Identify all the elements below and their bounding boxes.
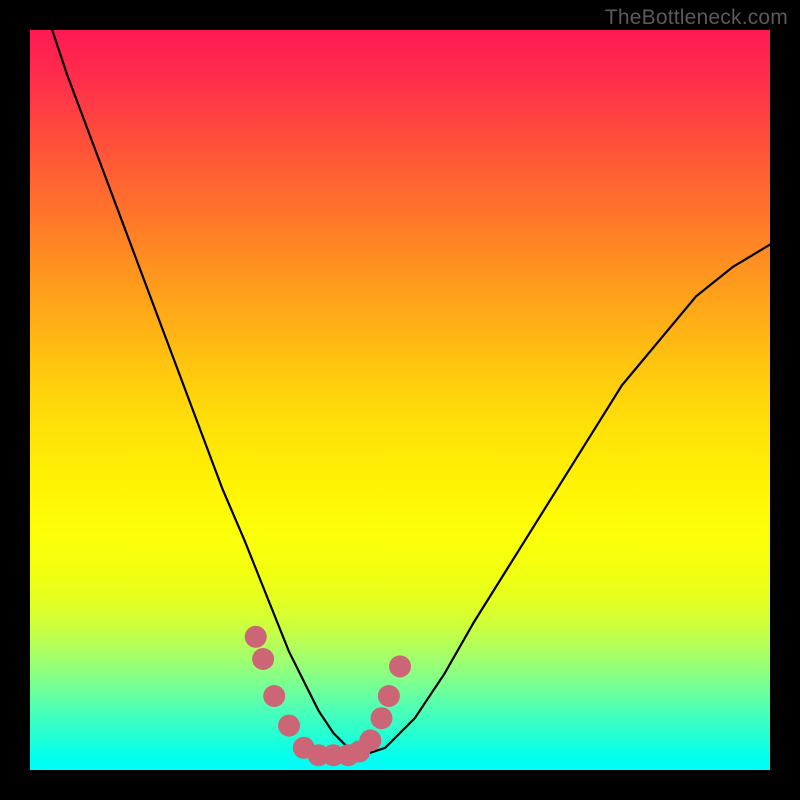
scatter-point — [263, 685, 285, 707]
scatter-point — [245, 626, 267, 648]
scatter-point — [359, 729, 381, 751]
scatter-point — [378, 685, 400, 707]
scatter-point — [371, 707, 393, 729]
scatter-points — [245, 626, 411, 766]
scatter-point — [278, 715, 300, 737]
scatter-point — [389, 655, 411, 677]
plot-area — [30, 30, 770, 770]
watermark-text: TheBottleneck.com — [605, 6, 788, 30]
bottleneck-curve — [52, 30, 770, 755]
chart-svg — [30, 30, 770, 770]
chart-frame: TheBottleneck.com — [0, 0, 800, 800]
scatter-point — [252, 648, 274, 670]
